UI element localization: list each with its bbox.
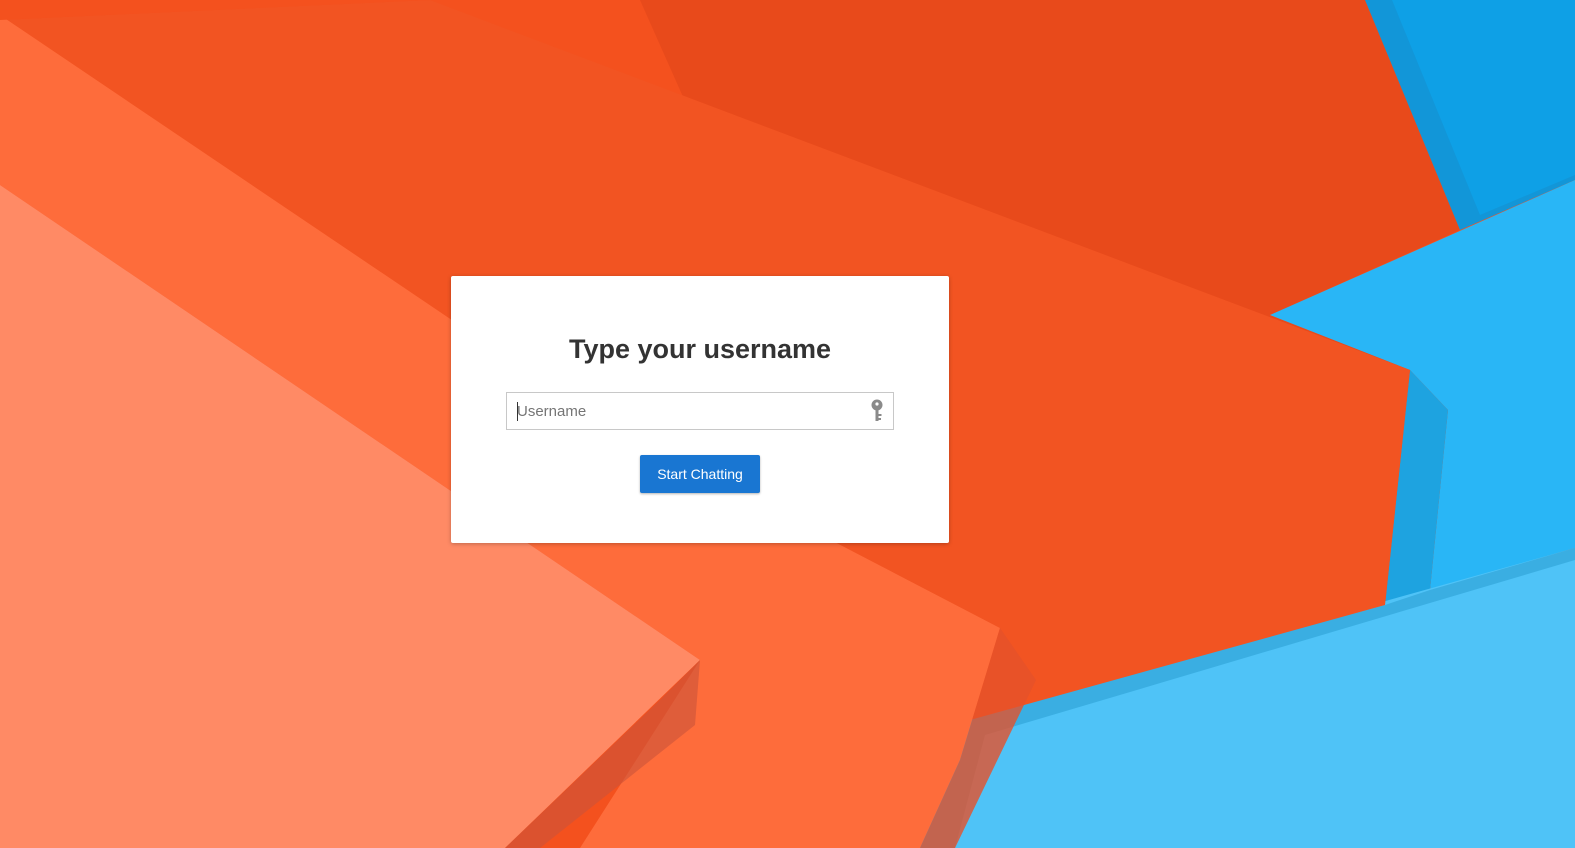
login-card: Type your username Start Chatting [451, 276, 949, 543]
username-input[interactable] [507, 393, 893, 429]
text-cursor [517, 402, 518, 421]
page-title: Type your username [568, 334, 832, 364]
key-icon[interactable] [869, 399, 885, 425]
username-field[interactable] [506, 392, 894, 430]
start-chatting-button[interactable]: Start Chatting [640, 455, 760, 493]
